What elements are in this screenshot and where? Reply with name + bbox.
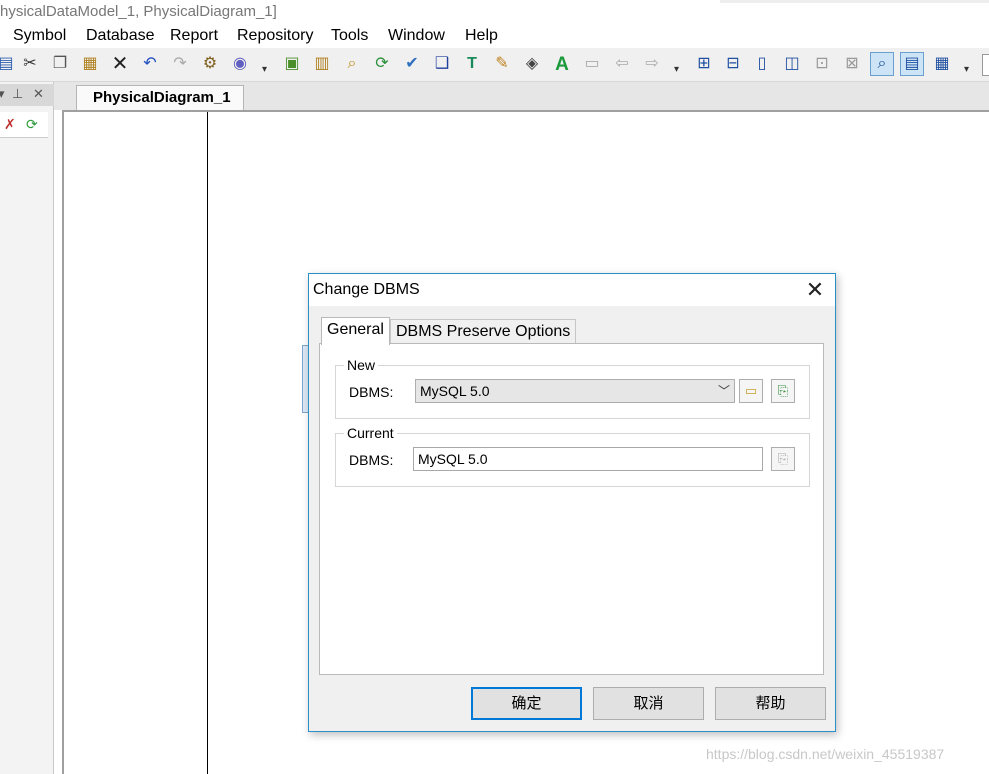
menu-database[interactable]: Database xyxy=(86,27,155,45)
import-icon[interactable]: ▭ xyxy=(580,52,604,76)
toolbar-overflow-icon[interactable]: ▾ xyxy=(262,64,267,75)
refresh-icon[interactable]: ⟳ xyxy=(26,116,38,133)
menu-symbol[interactable]: Symbol xyxy=(13,27,66,45)
browse-folder-button[interactable]: ▭ xyxy=(739,379,763,403)
watermark: https://blog.csdn.net/weixin_45519387 xyxy=(706,746,945,762)
change-dbms-dialog: Change DBMS ✕ General DBMS Preserve Opti… xyxy=(308,273,836,732)
toolbar-overflow-icon-2[interactable]: ▾ xyxy=(674,64,679,75)
current-dbms-label: DBMS: xyxy=(349,452,394,468)
panel-tools: ✗ ⟳ xyxy=(0,112,48,138)
ok-button[interactable]: 确定 xyxy=(471,687,582,720)
toolbar: ▤ ✂ ❐ ▦ ✕ ↶ ↷ ⚙ ◉ ▾ ▣ ▥ ⌕ ⟳ ✔ ❑ T ✎ ◈ A … xyxy=(0,48,989,82)
cut-icon[interactable]: ✂ xyxy=(18,52,42,76)
redo-icon[interactable]: ↷ xyxy=(168,52,192,76)
diagram6-icon[interactable]: ⊠ xyxy=(840,52,864,76)
document-tabs: PhysicalDiagram_1 xyxy=(54,82,989,110)
model-icon[interactable]: ◉ xyxy=(228,52,252,76)
new-dbms-select[interactable]: MySQL 5.0 ﹀ xyxy=(415,379,735,403)
text-icon[interactable]: T xyxy=(460,52,484,76)
check-icon[interactable]: ✔ xyxy=(400,52,424,76)
panel-header: ▾ ⊥ ✕ xyxy=(0,84,54,106)
diagram4-icon[interactable]: ◫ xyxy=(780,52,804,76)
font-icon[interactable]: A xyxy=(550,52,574,76)
current-group-label: Current xyxy=(344,425,397,441)
dropdown-icon[interactable]: ▾ xyxy=(0,86,5,102)
title-shadow xyxy=(720,0,989,3)
chevron-down-icon: ﹀ xyxy=(717,384,730,398)
current-group: Current DBMS: MySQL 5.0 ⎘ xyxy=(335,425,810,487)
copy-icon[interactable]: ❐ xyxy=(48,52,72,76)
forward-icon[interactable]: ⇨ xyxy=(640,52,664,76)
open-icon[interactable]: ▥ xyxy=(310,52,334,76)
pin-icon[interactable]: ⊥ xyxy=(12,86,23,102)
table-icon[interactable]: ▦ xyxy=(930,52,954,76)
close-icon[interactable]: ✕ xyxy=(33,86,44,102)
tab-general[interactable]: General xyxy=(321,317,390,345)
general-tab-panel: New DBMS: MySQL 5.0 ﹀ ▭ ⎘ Current DBMS: … xyxy=(319,343,824,675)
new-dbms-value: MySQL 5.0 xyxy=(420,383,490,399)
tab-dbms-preserve-options[interactable]: DBMS Preserve Options xyxy=(390,319,577,345)
new-group: New DBMS: MySQL 5.0 ﹀ ▭ ⎘ xyxy=(335,357,810,419)
menu-tools[interactable]: Tools xyxy=(331,27,368,45)
find-icon[interactable]: ⌕ xyxy=(340,52,364,76)
browser-panel: ▾ ⊥ ✕ ✗ ⟳ xyxy=(0,82,54,774)
new-dbms-properties-button[interactable]: ⎘ xyxy=(771,379,795,403)
save-icon[interactable]: ▤ xyxy=(0,52,18,76)
menu-repository[interactable]: Repository xyxy=(237,27,313,45)
new-icon[interactable]: ▣ xyxy=(280,52,304,76)
properties-icon[interactable]: ⚙ xyxy=(198,52,222,76)
current-dbms-properties-button[interactable]: ⎘ xyxy=(771,447,795,471)
dialog-titlebar: Change DBMS ✕ xyxy=(309,274,835,306)
window-title: hysicalDataModel_1, PhysicalDiagram_1] xyxy=(0,3,277,20)
comment-icon[interactable]: ▤ xyxy=(900,52,924,76)
refresh-icon[interactable]: ⟳ xyxy=(370,52,394,76)
toolbar-edge xyxy=(982,54,989,76)
back-icon[interactable]: ⇦ xyxy=(610,52,634,76)
brush-icon[interactable]: ✎ xyxy=(490,52,514,76)
diagram-boundary xyxy=(207,112,208,774)
filter-icon[interactable]: ✗ xyxy=(4,116,16,133)
dialog-title: Change DBMS xyxy=(313,281,420,298)
format-icon[interactable]: ◈ xyxy=(520,52,544,76)
menu-bar: Symbol Database Report Repository Tools … xyxy=(0,26,989,48)
title-bar: hysicalDataModel_1, PhysicalDiagram_1] xyxy=(0,0,989,26)
current-dbms-field[interactable]: MySQL 5.0 xyxy=(413,447,763,471)
delete-icon[interactable]: ✕ xyxy=(108,52,132,76)
toolbar-overflow-icon-3[interactable]: ▾ xyxy=(964,64,969,75)
diagram3-icon[interactable]: ▯ xyxy=(750,52,774,76)
close-icon[interactable]: ✕ xyxy=(801,276,829,304)
shadow-icon[interactable]: ❑ xyxy=(430,52,454,76)
paste-icon[interactable]: ▦ xyxy=(78,52,102,76)
help-button[interactable]: 帮助 xyxy=(715,687,826,720)
diagram1-icon[interactable]: ⊞ xyxy=(692,52,716,76)
menu-window[interactable]: Window xyxy=(388,27,445,45)
menu-report[interactable]: Report xyxy=(170,27,218,45)
diagram2-icon[interactable]: ⊟ xyxy=(721,52,745,76)
new-group-label: New xyxy=(344,357,379,373)
diagram5-icon[interactable]: ⊡ xyxy=(810,52,834,76)
tab-physical-diagram[interactable]: PhysicalDiagram_1 xyxy=(76,85,244,110)
undo-icon[interactable]: ↶ xyxy=(138,52,162,76)
new-dbms-label: DBMS: xyxy=(349,384,394,400)
preview-icon[interactable]: ⌕ xyxy=(870,52,894,76)
cancel-button[interactable]: 取消 xyxy=(593,687,704,720)
menu-help[interactable]: Help xyxy=(465,27,498,45)
